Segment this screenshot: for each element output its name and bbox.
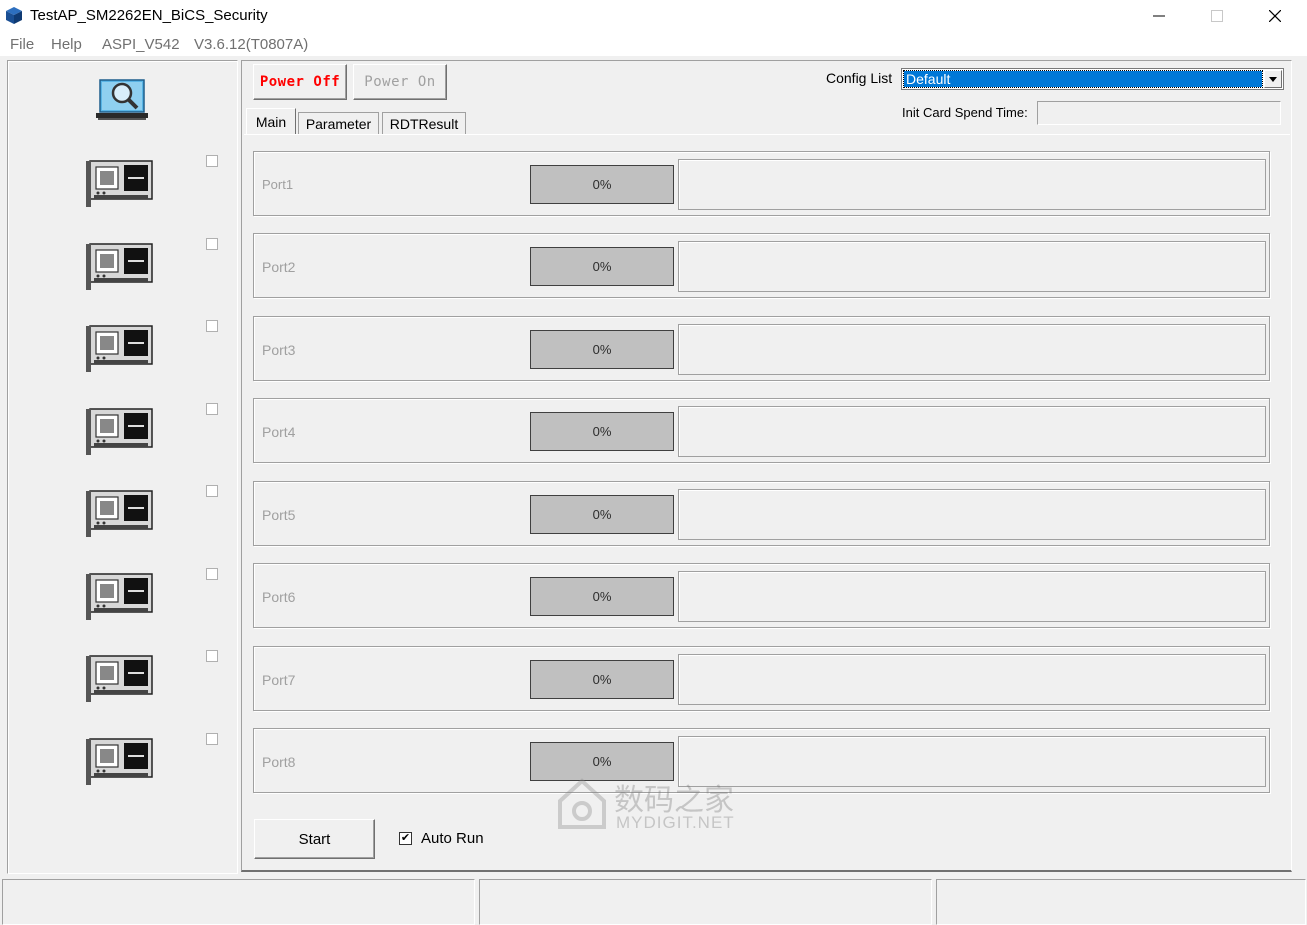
ssd-card-icon [84, 735, 156, 785]
port-progress-bar: 0% [530, 247, 674, 286]
port-status-field [678, 736, 1266, 787]
port-label: Port3 [262, 342, 296, 358]
port-row: Port8 0% [253, 728, 1270, 793]
watermark-text-en: MYDIGIT.NET [616, 813, 735, 832]
minimize-button[interactable] [1130, 0, 1188, 32]
port-row: Port5 0% [253, 481, 1270, 546]
tab-parameter[interactable]: Parameter [298, 112, 379, 134]
port-label: Port1 [262, 177, 294, 192]
slot-checkbox-1[interactable] [206, 155, 218, 167]
watermark: 数码之家 MYDIGIT.NET [556, 775, 756, 835]
menu-file[interactable]: File [10, 36, 34, 53]
port-status-field [678, 571, 1266, 622]
port-row: Port7 0% [253, 646, 1270, 711]
power-on-label: Power On [364, 74, 436, 90]
check-mark-icon: ✔ [400, 832, 411, 844]
port-label: Port4 [262, 424, 296, 440]
maximize-button[interactable] [1188, 0, 1246, 32]
tab-main[interactable]: Main [246, 108, 296, 134]
port-status-field [678, 406, 1266, 457]
port-status-field [678, 489, 1266, 540]
port-progress-bar: 0% [530, 577, 674, 616]
config-selected-value: Default [903, 70, 1263, 88]
menu-app-version[interactable]: V3.6.12(T0807A) [194, 36, 308, 53]
auto-run-checkbox[interactable]: ✔ [399, 832, 412, 845]
port-progress-bar: 0% [530, 660, 674, 699]
port-row: Port6 0% [253, 563, 1270, 628]
port-row: Port2 0% [253, 233, 1270, 298]
ssd-card-icon [84, 240, 156, 290]
port-row: Port4 0% [253, 398, 1270, 463]
port-row: Port3 0% [253, 316, 1270, 381]
port-label: Port7 [262, 672, 296, 688]
ssd-card-icon [84, 487, 156, 537]
close-button[interactable] [1246, 0, 1304, 32]
title-bar: TestAP_SM2262EN_BiCS_Security [0, 0, 1307, 32]
menu-help[interactable]: Help [51, 36, 82, 53]
port-label: Port6 [262, 589, 296, 605]
port-status-field [678, 654, 1266, 705]
power-on-button[interactable]: Power On [353, 64, 447, 100]
status-pane-3 [936, 879, 1306, 925]
ssd-card-icon [84, 570, 156, 620]
port-progress-bar: 0% [530, 495, 674, 534]
slot-checkbox-4[interactable] [206, 403, 218, 415]
port-status-field [678, 324, 1266, 375]
port-progress-bar: 0% [530, 412, 674, 451]
status-pane-2 [479, 879, 932, 925]
port-row: Port1 0% [253, 151, 1270, 216]
power-off-label: Power Off [259, 74, 341, 90]
slot-checkbox-7[interactable] [206, 650, 218, 662]
slot-checkbox-8[interactable] [206, 733, 218, 745]
config-list-label: Config List [826, 70, 893, 86]
init-card-time-label: Init Card Spend Time: [902, 105, 1028, 120]
window-title: TestAP_SM2262EN_BiCS_Security [30, 7, 268, 24]
start-button[interactable]: Start [254, 819, 375, 859]
status-bar [0, 876, 1307, 925]
port-progress-bar: 0% [530, 165, 674, 204]
status-pane-1 [2, 879, 475, 925]
search-device-icon[interactable] [96, 76, 150, 122]
dropdown-arrow-icon[interactable] [1264, 70, 1282, 88]
ssd-card-icon [84, 322, 156, 372]
slot-checkbox-5[interactable] [206, 485, 218, 497]
close-icon [1269, 10, 1281, 22]
port-label: Port5 [262, 507, 296, 523]
port-status-field [678, 241, 1266, 292]
slot-checkbox-3[interactable] [206, 320, 218, 332]
init-card-time-field[interactable] [1037, 101, 1281, 125]
port-label: Port2 [262, 259, 296, 275]
power-off-button[interactable]: Power Off [253, 64, 347, 100]
config-list-select[interactable]: Default [901, 68, 1284, 90]
menu-bar: File Help ASPI_V542 V3.6.12(T0807A) [0, 32, 1307, 56]
ssd-card-icon [84, 652, 156, 702]
app-cube-icon [6, 7, 22, 24]
ssd-card-icon [84, 405, 156, 455]
menu-aspi-version[interactable]: ASPI_V542 [102, 36, 180, 53]
port-label: Port8 [262, 754, 296, 770]
port-status-field [678, 159, 1266, 210]
maximize-icon [1211, 10, 1223, 22]
ssd-card-icon [84, 157, 156, 207]
slot-checkbox-2[interactable] [206, 238, 218, 250]
tab-rdt-result[interactable]: RDTResult [382, 112, 466, 134]
watermark-logo-icon [558, 778, 606, 829]
slot-checkbox-6[interactable] [206, 568, 218, 580]
port-progress-bar: 0% [530, 330, 674, 369]
start-label: Start [298, 830, 331, 848]
minimize-icon [1153, 15, 1165, 17]
auto-run-label: Auto Run [421, 830, 484, 847]
